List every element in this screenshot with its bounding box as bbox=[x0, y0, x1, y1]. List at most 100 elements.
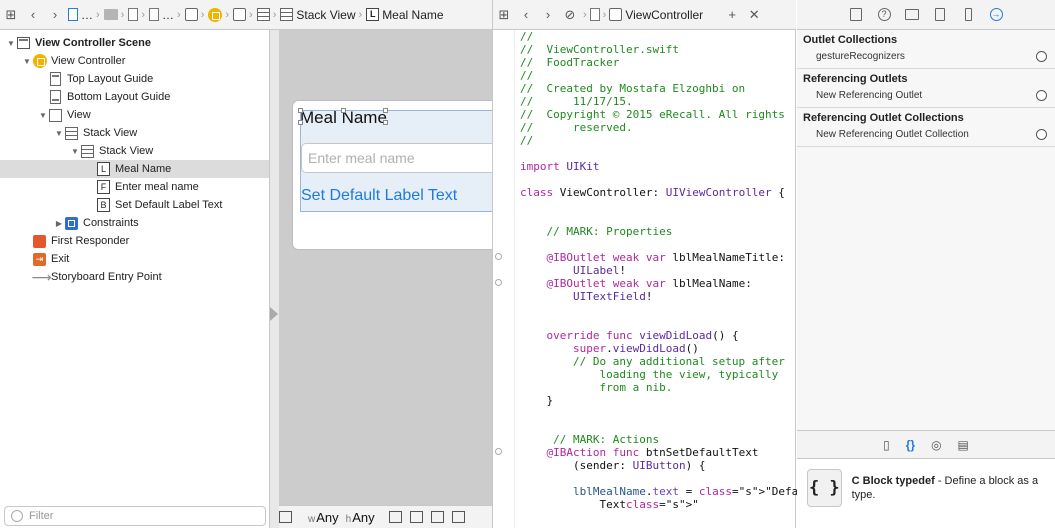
outline-row-storyboard-entry-point[interactable]: ⟶ Storyboard Entry Point bbox=[0, 268, 269, 286]
code-line[interactable]: // bbox=[520, 69, 791, 82]
back-button[interactable]: ‹ bbox=[22, 4, 44, 26]
file-inspector-tab[interactable] bbox=[849, 8, 863, 22]
resize-handle[interactable] bbox=[383, 108, 388, 113]
code-line[interactable]: @IBAction func btnSetDefaultText bbox=[520, 446, 791, 459]
code-line[interactable]: from a nib. bbox=[520, 381, 791, 394]
stack-view[interactable]: Meal Name Enter meal name Set Default La… bbox=[298, 108, 501, 212]
add-editor-button[interactable]: + bbox=[721, 4, 743, 26]
connection-circle-icon[interactable] bbox=[1036, 50, 1047, 62]
code-line[interactable]: // Copyright © 2015 eRecall. All rights bbox=[520, 108, 791, 121]
action-connection-dot[interactable] bbox=[495, 448, 502, 455]
code-line[interactable]: // MARK: Actions bbox=[520, 433, 791, 446]
breadcrumb-project[interactable]: … › bbox=[66, 8, 102, 22]
connection-circle-icon[interactable] bbox=[1036, 128, 1047, 140]
outline-row-stack-view-inner[interactable]: ▼ Stack View bbox=[0, 142, 269, 160]
outline-collapse-handle[interactable] bbox=[270, 30, 279, 528]
align-icon[interactable] bbox=[409, 511, 423, 523]
outline-row-scene[interactable]: ▼ View Controller Scene bbox=[0, 34, 269, 52]
outlet-row[interactable]: New Referencing Outlet bbox=[797, 87, 1055, 103]
size-class-control[interactable]: w Any h Any bbox=[308, 510, 375, 525]
outline-row-view-controller[interactable]: ▼ View Controller bbox=[0, 52, 269, 70]
code-line[interactable] bbox=[520, 147, 791, 160]
resize-handle[interactable] bbox=[298, 108, 303, 113]
automatic-mode-icon[interactable]: ⊘ bbox=[559, 4, 581, 26]
identity-inspector-tab[interactable] bbox=[905, 8, 919, 22]
forward-button[interactable]: › bbox=[537, 4, 559, 26]
code-line[interactable]: super.viewDidLoad() bbox=[520, 342, 791, 355]
code-line[interactable]: UILabel! bbox=[520, 264, 791, 277]
outline-row-bottom-layout-guide[interactable]: Bottom Layout Guide bbox=[0, 88, 269, 106]
code-line[interactable]: // Do any additional setup after bbox=[520, 355, 791, 368]
stack-icon[interactable] bbox=[388, 511, 402, 523]
related-items-icon[interactable]: ⊞ bbox=[0, 4, 22, 26]
back-button[interactable]: ‹ bbox=[515, 4, 537, 26]
code-line[interactable]: class ViewController: UIViewController { bbox=[520, 186, 791, 199]
source-code[interactable]: //// ViewController.swift// FoodTracker /… bbox=[520, 30, 818, 511]
code-line[interactable]: import UIKit bbox=[520, 160, 791, 173]
code-line[interactable] bbox=[520, 303, 791, 316]
code-line[interactable]: // Created by Mostafa Elzoghbi on bbox=[520, 82, 791, 95]
code-snippet-library-tab[interactable]: {} bbox=[906, 438, 915, 452]
disclosure-open-icon[interactable]: ▼ bbox=[38, 111, 48, 120]
outline-row-meal-name[interactable]: L Meal Name bbox=[0, 160, 269, 178]
outline-row-exit[interactable]: ⇥ Exit bbox=[0, 250, 269, 268]
code-line[interactable]: // reserved. bbox=[520, 121, 791, 134]
resize-handle[interactable] bbox=[383, 120, 388, 125]
outlet-row[interactable]: gestureRecognizers bbox=[797, 48, 1055, 64]
pin-icon[interactable] bbox=[430, 511, 444, 523]
snippet-item[interactable]: { } C Block typedef - Define a block as … bbox=[797, 459, 1055, 517]
assistant-code-editor[interactable]: //// ViewController.swift// FoodTracker /… bbox=[492, 30, 818, 528]
forward-button[interactable]: › bbox=[44, 4, 66, 26]
meal-name-text-field[interactable]: Enter meal name bbox=[301, 143, 501, 173]
breadcrumb-scene[interactable]: › bbox=[183, 8, 207, 21]
outlet-connection-dot[interactable] bbox=[495, 253, 502, 260]
code-line[interactable] bbox=[520, 407, 791, 420]
code-line[interactable]: override func viewDidLoad() { bbox=[520, 329, 791, 342]
disclosure-open-icon[interactable]: ▼ bbox=[6, 39, 16, 48]
quick-help-tab[interactable]: ? bbox=[877, 8, 891, 22]
disclosure-open-icon[interactable]: ▼ bbox=[54, 129, 64, 138]
scene-view[interactable]: Meal Name Enter meal name Set Default La… bbox=[292, 100, 502, 250]
breadcrumb-stack-view-outer[interactable]: › bbox=[255, 8, 279, 21]
breadcrumb-storyboard-base[interactable]: … › bbox=[147, 8, 183, 22]
breadcrumb-view-controller[interactable]: › bbox=[206, 7, 231, 22]
outlet-row[interactable]: New Referencing Outlet Collection bbox=[797, 126, 1055, 142]
code-line[interactable] bbox=[520, 472, 791, 485]
outline-row-first-responder[interactable]: First Responder bbox=[0, 232, 269, 250]
breadcrumb-meal-name[interactable]: L Meal Name bbox=[364, 8, 445, 22]
code-line[interactable]: // bbox=[520, 30, 791, 43]
disclosure-closed-icon[interactable]: ▶ bbox=[54, 219, 64, 228]
outline-row-set-default-label-text[interactable]: B Set Default Label Text bbox=[0, 196, 269, 214]
code-line[interactable]: @IBOutlet weak var lblMealName: bbox=[520, 277, 791, 290]
resolve-issues-icon[interactable] bbox=[451, 511, 465, 523]
disclosure-open-icon[interactable]: ▼ bbox=[22, 57, 32, 66]
outline-row-stack-view-outer[interactable]: ▼ Stack View bbox=[0, 124, 269, 142]
code-line[interactable] bbox=[520, 420, 791, 433]
connections-inspector-tab[interactable]: → bbox=[989, 8, 1003, 22]
code-line[interactable] bbox=[520, 238, 791, 251]
code-line[interactable] bbox=[520, 173, 791, 186]
close-editor-button[interactable]: ✕ bbox=[743, 4, 765, 26]
set-default-label-button[interactable]: Set Default Label Text bbox=[301, 187, 457, 205]
breadcrumb-storyboard[interactable]: › bbox=[126, 8, 147, 21]
resize-handle[interactable] bbox=[341, 108, 346, 113]
size-inspector-tab[interactable] bbox=[961, 8, 975, 22]
breadcrumb-folder[interactable]: › bbox=[102, 9, 127, 21]
code-line[interactable]: // 11/17/15. bbox=[520, 95, 791, 108]
code-line[interactable]: Textclass="s">" bbox=[520, 498, 791, 511]
media-library-tab[interactable]: ▤ bbox=[958, 438, 969, 452]
connection-circle-icon[interactable] bbox=[1036, 89, 1047, 101]
code-line[interactable]: loading the view, typically bbox=[520, 368, 791, 381]
outline-row-view[interactable]: ▼ View bbox=[0, 106, 269, 124]
code-line[interactable]: // bbox=[520, 134, 791, 147]
code-line[interactable] bbox=[520, 212, 791, 225]
storyboard-canvas[interactable]: Meal Name Enter meal name Set Default La… bbox=[279, 30, 502, 505]
resize-handle[interactable] bbox=[298, 120, 303, 125]
code-line[interactable]: lblMealName.text = class="s">"Default bbox=[520, 485, 818, 498]
disclosure-open-icon[interactable]: ▼ bbox=[70, 147, 80, 156]
outline-filter-field[interactable]: Filter bbox=[4, 506, 266, 526]
code-line[interactable]: @IBOutlet weak var lblMealNameTitle: bbox=[520, 251, 791, 264]
code-line[interactable]: // FoodTracker bbox=[520, 56, 791, 69]
code-line[interactable]: // MARK: Properties bbox=[520, 225, 791, 238]
outline-row-constraints[interactable]: ▶ Constraints bbox=[0, 214, 269, 232]
